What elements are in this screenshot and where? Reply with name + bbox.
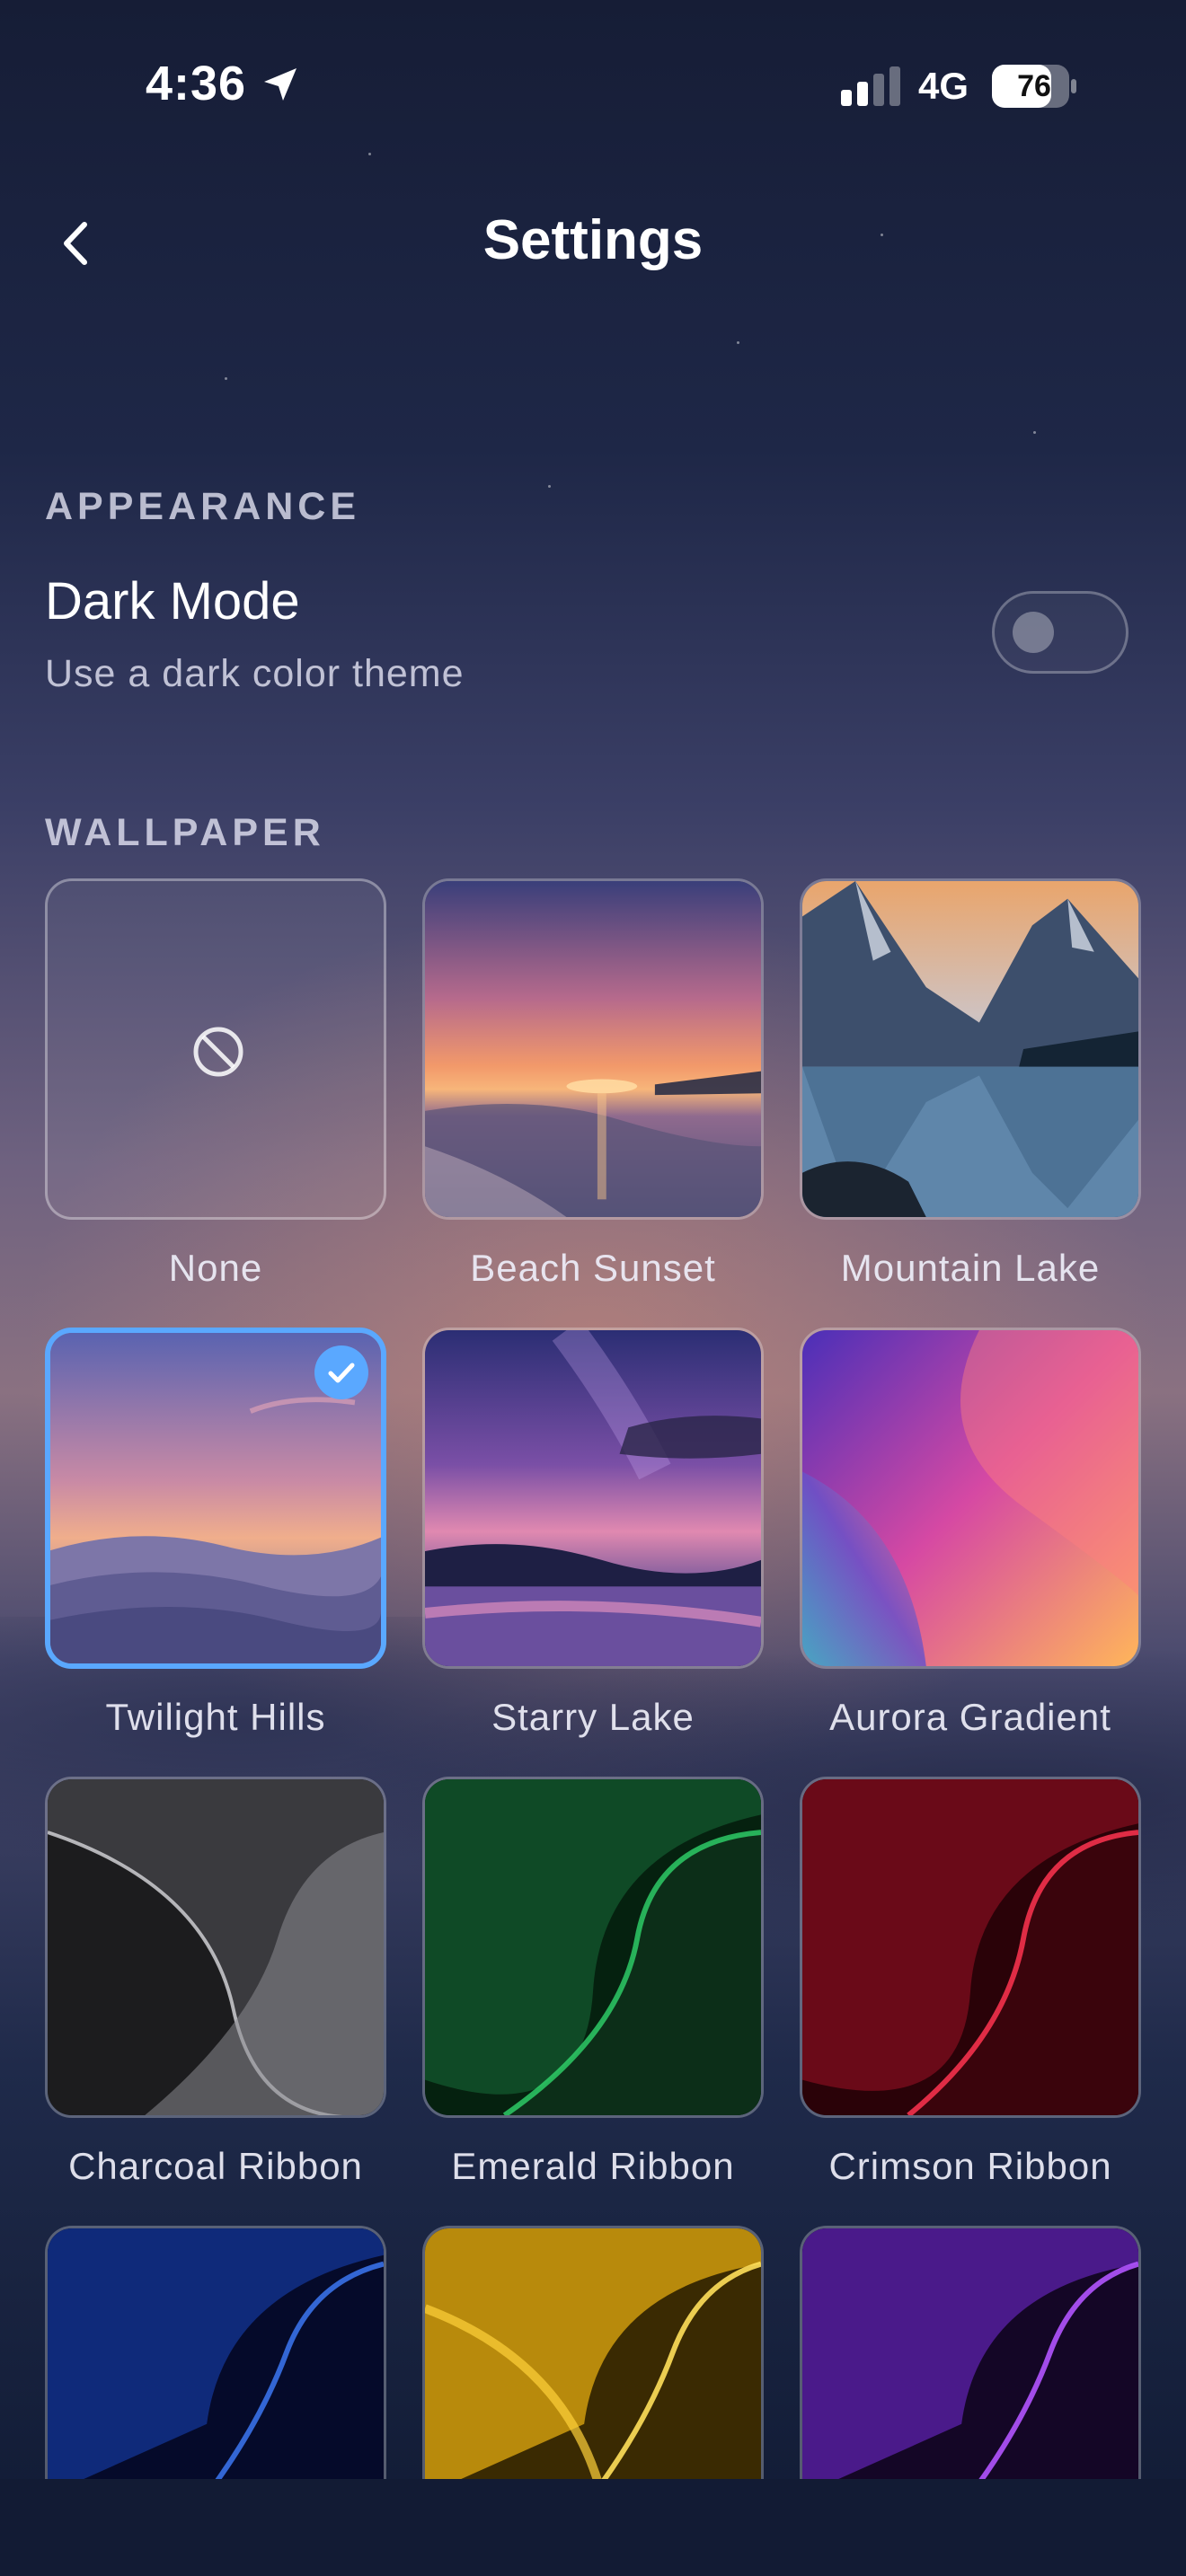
battery-level: 76	[1017, 69, 1051, 103]
wallpaper-label: Mountain Lake	[840, 1247, 1101, 1289]
wallpaper-label: None	[168, 1247, 263, 1289]
prohibited-icon	[193, 1027, 243, 1077]
crimson-ribbon-image	[802, 1779, 1138, 2115]
dark-mode-toggle[interactable]	[992, 591, 1128, 674]
wallpaper-tile-none[interactable]	[45, 878, 386, 1220]
wallpaper-label: Crimson Ribbon	[828, 2145, 1112, 2187]
dark-mode-title: Dark Mode	[45, 572, 300, 631]
toggle-knob	[1013, 612, 1054, 653]
cellular-signal-icon	[841, 66, 900, 106]
wallpaper-tile-charcoal-ribbon[interactable]	[45, 1777, 386, 2118]
location-arrow-icon	[264, 68, 296, 101]
wallpaper-tile-gold-ribbon[interactable]	[422, 2226, 764, 2495]
wallpaper-tile-aurora-gradient[interactable]	[800, 1328, 1141, 1669]
wallpaper-label: Emerald Ribbon	[451, 2145, 735, 2187]
wallpaper-tile-emerald-ribbon[interactable]	[422, 1777, 764, 2118]
wallpaper-tile-mountain-lake[interactable]	[800, 878, 1141, 1220]
beach-sunset-image	[425, 881, 761, 1217]
gold-ribbon-image	[425, 2228, 761, 2495]
status-time: 4:36	[146, 57, 247, 110]
charcoal-ribbon-image	[48, 1779, 384, 2115]
wallpaper-tile-violet-ribbon[interactable]	[800, 2226, 1141, 2495]
status-bar: 4:36 4G 76	[0, 0, 1186, 171]
blue-ribbon-image	[48, 2228, 384, 2495]
star	[548, 485, 551, 488]
wallpaper-label: Beach Sunset	[470, 1247, 716, 1289]
star	[225, 377, 227, 380]
wallpaper-label: Starry Lake	[491, 1696, 695, 1738]
dark-mode-subtitle: Use a dark color theme	[45, 652, 465, 695]
star	[737, 341, 739, 344]
starry-lake-image	[425, 1330, 761, 1666]
wallpaper-label: Twilight Hills	[105, 1696, 326, 1738]
appearance-section-title: APPEARANCE	[45, 485, 361, 528]
bottom-bar	[0, 2479, 1186, 2576]
violet-ribbon-image	[802, 2228, 1138, 2495]
wallpaper-label: Aurora Gradient	[829, 1696, 1111, 1738]
wallpaper-tile-blue-ribbon[interactable]	[45, 2226, 386, 2495]
wallpaper-tile-crimson-ribbon[interactable]	[800, 1777, 1141, 2118]
selected-check-badge	[314, 1345, 368, 1399]
page-title: Settings	[482, 209, 704, 271]
wallpaper-label: Charcoal Ribbon	[68, 2145, 363, 2187]
checkmark-icon	[328, 1363, 355, 1383]
wallpaper-tile-starry-lake[interactable]	[422, 1328, 764, 1669]
wallpaper-tile-beach-sunset[interactable]	[422, 878, 764, 1220]
wallpaper-tile-twilight-hills[interactable]	[45, 1328, 386, 1669]
mountain-lake-image	[802, 881, 1138, 1217]
star	[1033, 431, 1036, 434]
network-type: 4G	[918, 65, 969, 107]
wallpaper-section-title: WALLPAPER	[45, 811, 325, 854]
aurora-gradient-image	[802, 1330, 1138, 1666]
emerald-ribbon-image	[425, 1779, 761, 2115]
